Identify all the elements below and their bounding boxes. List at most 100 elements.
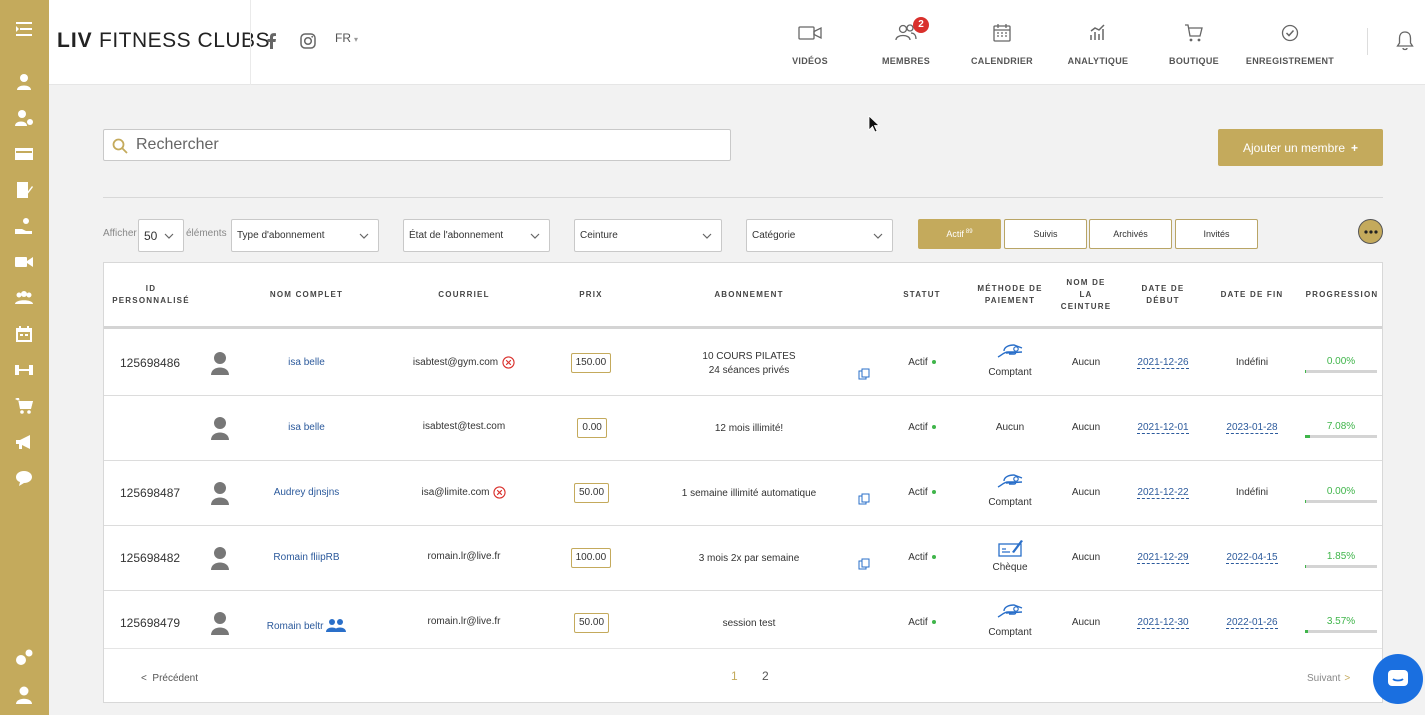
th-start-date[interactable]: DATE DE DÉBUT xyxy=(1134,283,1192,307)
table-row[interactable]: 125698487 Audrey djnsjns isa@limite.com … xyxy=(104,461,1382,526)
th-belt[interactable]: NOM DE LA CEINTURE xyxy=(1054,277,1118,313)
more-options-button[interactable] xyxy=(1358,219,1383,244)
form-edit-icon[interactable] xyxy=(12,178,36,202)
page-2-button[interactable]: 2 xyxy=(762,669,769,683)
progress-cell: 7.08% xyxy=(1305,421,1377,438)
megaphone-icon[interactable] xyxy=(12,430,36,454)
tab-guests[interactable]: Invités xyxy=(1175,219,1258,249)
facebook-icon[interactable] xyxy=(263,32,281,50)
group-icon[interactable] xyxy=(12,286,36,310)
member-email: isabtest@gym.com xyxy=(412,357,499,369)
next-page-button[interactable]: Suivant > xyxy=(1307,673,1350,684)
price-field[interactable]: 50.00 xyxy=(574,613,610,633)
table-row[interactable]: 125698479 Romain beltr romain.lr@live.fr… xyxy=(104,591,1382,656)
subscription-type-select[interactable]: Type d'abonnement xyxy=(231,219,379,252)
calendar-icon[interactable] xyxy=(12,322,36,346)
nav-videos-label: VIDÉOS xyxy=(792,56,828,66)
family-group-icon[interactable] xyxy=(326,619,347,636)
member-name[interactable]: Audrey djnsjns xyxy=(274,487,340,498)
member-name-link[interactable]: isa belle xyxy=(249,422,364,433)
credit-card-icon[interactable] xyxy=(12,142,36,166)
th-name[interactable]: NOM COMPLET xyxy=(254,289,359,301)
table-row[interactable]: isa belle isabtest@test.com 0.00 12 mois… xyxy=(104,396,1382,461)
th-email[interactable]: COURRIEL xyxy=(414,289,514,301)
member-name-link[interactable]: Romain beltr xyxy=(249,617,364,636)
belt-select[interactable]: Ceinture xyxy=(574,219,722,252)
price-field[interactable]: 0.00 xyxy=(577,418,607,438)
member-name[interactable]: isa belle xyxy=(288,357,325,368)
avatar[interactable] xyxy=(210,350,230,376)
email-error-icon[interactable] xyxy=(502,356,515,369)
th-end-date[interactable]: DATE DE FIN xyxy=(1210,289,1294,301)
avatar[interactable] xyxy=(210,480,230,506)
support-chat-button[interactable] xyxy=(1373,654,1423,704)
video-camera-icon[interactable] xyxy=(12,250,36,274)
page-1-button[interactable]: 1 xyxy=(731,669,738,683)
nav-members[interactable]: 2 MEMBRES xyxy=(856,17,956,66)
cart-icon[interactable] xyxy=(12,394,36,418)
th-progress[interactable]: PROGRESSION xyxy=(1302,289,1382,301)
copy-icon[interactable] xyxy=(858,367,870,380)
dumbbell-icon[interactable] xyxy=(12,358,36,382)
nav-analytics[interactable]: ANALYTIQUE xyxy=(1048,22,1148,66)
nav-videos[interactable]: VIDÉOS xyxy=(760,22,860,66)
category-select[interactable]: Catégorie xyxy=(746,219,893,252)
th-id[interactable]: ID PERSONNALISÉ xyxy=(109,283,193,307)
start-date-link[interactable]: 2021-12-01 xyxy=(1137,422,1189,434)
nav-calendar-label: CALENDRIER xyxy=(970,56,1033,66)
instagram-icon[interactable] xyxy=(299,32,317,50)
add-member-button[interactable]: Ajouter un membre + xyxy=(1218,129,1383,166)
nav-calendar[interactable]: CALENDRIER xyxy=(952,22,1052,66)
settings-gears-icon[interactable] xyxy=(12,646,36,670)
user-settings-icon[interactable] xyxy=(12,106,36,130)
member-name-link[interactable]: Audrey djnsjns xyxy=(249,487,364,498)
previous-page-button[interactable]: < Précédent xyxy=(141,673,198,684)
payment-method: Aucun xyxy=(995,422,1025,433)
search-field[interactable] xyxy=(103,129,731,161)
member-name-link[interactable]: isa belle xyxy=(249,357,364,368)
member-name-link[interactable]: Romain fliipRB xyxy=(249,552,364,563)
end-date[interactable]: 2022-01-26 xyxy=(1226,617,1278,629)
page-size-select[interactable]: 50 xyxy=(138,219,184,252)
chat-bubble-icon[interactable] xyxy=(12,466,36,490)
member-name[interactable]: Romain beltr xyxy=(267,621,324,632)
profile-icon[interactable] xyxy=(12,683,36,707)
avatar[interactable] xyxy=(210,545,230,571)
language-selector[interactable]: FR ▾ xyxy=(335,31,358,45)
table-row[interactable]: 125698486 isa belle isabtest@gym.com 150… xyxy=(104,331,1382,396)
hand-money-icon[interactable] xyxy=(12,214,36,238)
member-name[interactable]: isa belle xyxy=(288,422,325,433)
start-date-link[interactable]: 2021-12-26 xyxy=(1137,357,1189,369)
member-name[interactable]: Romain fliipRB xyxy=(273,552,339,563)
price-field[interactable]: 100.00 xyxy=(570,548,612,568)
tab-followed[interactable]: Suivis xyxy=(1004,219,1087,249)
end-date[interactable]: 2023-01-28 xyxy=(1226,422,1278,434)
brand-logo[interactable]: LIV FITNESS CLUBS xyxy=(57,29,270,53)
copy-icon[interactable] xyxy=(858,492,870,505)
price-field[interactable]: 150.00 xyxy=(570,353,612,373)
nav-shop[interactable]: BOUTIQUE xyxy=(1144,22,1244,66)
user-icon[interactable] xyxy=(12,70,36,94)
copy-icon[interactable] xyxy=(858,557,870,570)
end-date[interactable]: 2022-04-15 xyxy=(1226,552,1278,564)
avatar[interactable] xyxy=(210,610,230,636)
th-subscription[interactable]: ABONNEMENT xyxy=(684,289,814,301)
th-status[interactable]: STATUT xyxy=(894,289,950,301)
menu-collapse-icon[interactable] xyxy=(12,17,36,41)
start-date-link[interactable]: 2021-12-22 xyxy=(1137,487,1189,499)
avatar[interactable] xyxy=(210,415,230,441)
th-price[interactable]: PRIX xyxy=(564,289,618,301)
th-payment[interactable]: MÉTHODE DE PAIEMENT xyxy=(968,283,1052,307)
tab-active[interactable]: Actif 89 xyxy=(918,219,1001,249)
notification-bell-icon[interactable] xyxy=(1395,30,1415,52)
price-field[interactable]: 50.00 xyxy=(574,483,610,503)
start-date-link[interactable]: 2021-12-29 xyxy=(1137,552,1189,564)
email-error-icon[interactable] xyxy=(493,486,507,499)
search-input[interactable] xyxy=(136,133,716,157)
start-date-link[interactable]: 2021-12-30 xyxy=(1137,617,1189,629)
tab-archived[interactable]: Archivés xyxy=(1089,219,1172,249)
table-row[interactable]: 125698482 Romain fliipRB romain.lr@live.… xyxy=(104,526,1382,591)
nav-checkin[interactable]: ENREGISTREMENT xyxy=(1240,22,1340,66)
status-label: Actif xyxy=(908,357,928,368)
subscription-state-select[interactable]: État de l'abonnement xyxy=(403,219,550,252)
